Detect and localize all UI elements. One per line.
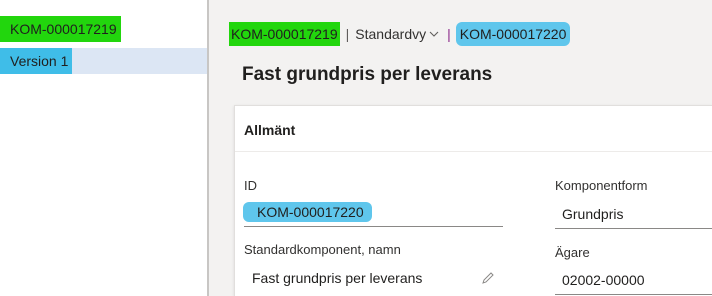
chevron-down-icon [429, 31, 439, 37]
id-field-underline [244, 226, 503, 227]
left-nav-item-record[interactable]: KOM-000017219 [0, 16, 207, 42]
owner-label: Ägare [555, 245, 590, 260]
breadcrumb: KOM-000017219 | Standardvy | KOM-0000172… [229, 22, 571, 46]
pencil-icon[interactable] [481, 271, 495, 285]
left-nav-pane: KOM-000017219 Version 1 [0, 0, 207, 296]
detail-pane: KOM-000017219 | Standardvy | KOM-0000172… [209, 0, 712, 296]
standard-component-name-field[interactable]: Fast grundpris per leverans [252, 268, 422, 288]
component-form-underline [555, 228, 712, 229]
component-form-field[interactable]: Grundpris [562, 204, 623, 224]
breadcrumb-separator: | [345, 26, 350, 42]
owner-underline [555, 294, 712, 295]
view-selector-label: Standardvy [355, 26, 427, 42]
component-form-label: Komponentform [555, 178, 648, 193]
owner-field[interactable]: 02002-00000 [562, 270, 645, 290]
breadcrumb-separator: | [447, 26, 451, 42]
standard-component-name-label: Standardkomponent, namn [244, 242, 401, 257]
left-nav-item-label: KOM-000017219 [0, 16, 121, 42]
section-header[interactable]: Allmänt [235, 106, 712, 152]
breadcrumb-record-link[interactable]: KOM-000017219 [229, 22, 340, 46]
left-nav-item-version[interactable]: Version 1 [0, 48, 207, 74]
id-label: ID [244, 178, 257, 193]
section-title: Allmänt [244, 122, 296, 138]
breadcrumb-current: KOM-000017220 [455, 22, 571, 46]
page-title: Fast grundpris per leverans [242, 64, 493, 85]
view-selector[interactable]: Standardvy [355, 22, 439, 46]
left-nav-item-label: Version 1 [0, 48, 73, 74]
id-value: KOM-000017220 [243, 202, 372, 222]
general-section-card: Allmänt ID KOM-000017220 Standardkompone… [234, 105, 712, 296]
